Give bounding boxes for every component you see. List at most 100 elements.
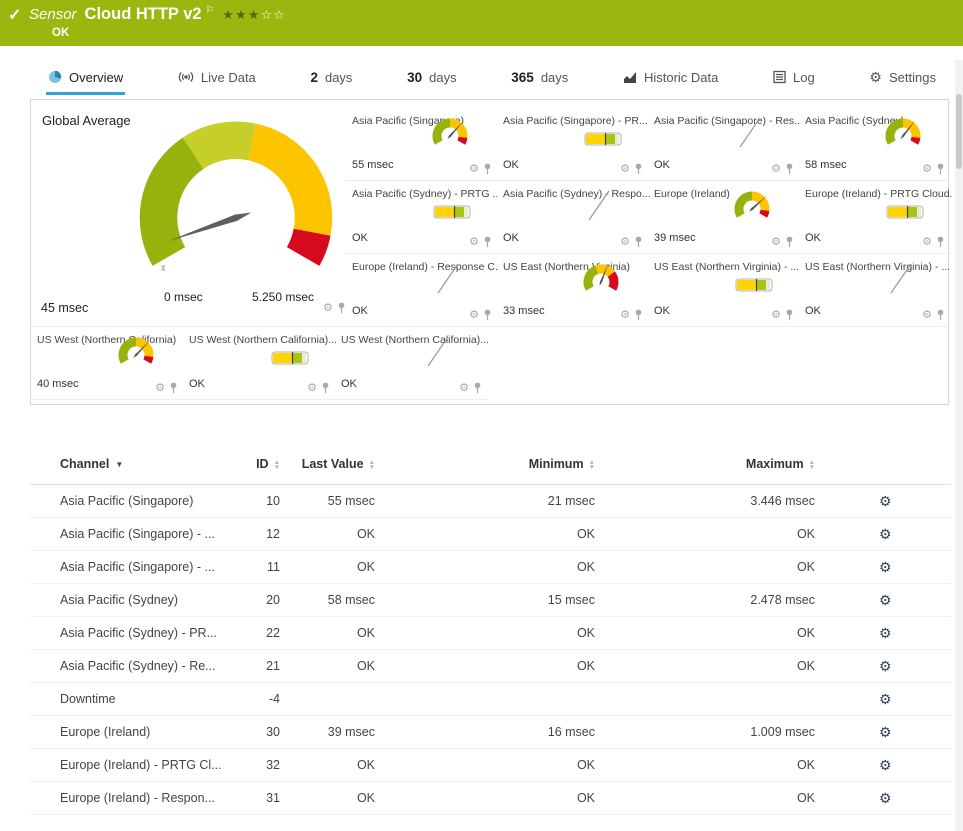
channel-actions-cell: ⚙ bbox=[815, 518, 951, 551]
tile-actions: ⚙ bbox=[155, 382, 178, 394]
tile-settings-icon[interactable]: ⚙ bbox=[620, 163, 630, 175]
star-2[interactable]: ★ bbox=[235, 8, 248, 22]
priority-flag-icon[interactable]: ⚐ bbox=[206, 5, 215, 16]
channel-last-value: 55 msec bbox=[327, 494, 375, 509]
tab-log[interactable]: Log bbox=[771, 62, 817, 95]
tab-overview[interactable]: Overview bbox=[46, 62, 126, 95]
tile-settings-icon[interactable]: ⚙ bbox=[469, 309, 479, 321]
tile-settings-icon[interactable]: ⚙ bbox=[459, 382, 469, 394]
tile-settings-icon[interactable]: ⚙ bbox=[469, 163, 479, 175]
tab-label: Historic Data bbox=[643, 69, 719, 85]
favorite-stars[interactable]: ★★★☆☆ bbox=[223, 7, 287, 22]
tile-settings-icon[interactable]: ⚙ bbox=[620, 236, 630, 248]
tile-settings-icon[interactable]: ⚙ bbox=[771, 236, 781, 248]
channel-last-value bbox=[280, 683, 375, 716]
channel-settings-button[interactable]: ⚙ bbox=[879, 625, 892, 641]
tile-pin-icon[interactable] bbox=[483, 163, 492, 175]
tile-settings-icon[interactable]: ⚙ bbox=[323, 302, 333, 314]
tile-value: 55 msec bbox=[352, 159, 394, 171]
tab-2-days[interactable]: 2 days bbox=[308, 62, 354, 95]
tile-pin-icon[interactable] bbox=[634, 236, 643, 248]
tile-settings-icon[interactable]: ⚙ bbox=[922, 309, 932, 321]
tile-settings-icon[interactable]: ⚙ bbox=[469, 236, 479, 248]
tile-pin-icon[interactable] bbox=[473, 382, 482, 394]
channel-settings-button[interactable]: ⚙ bbox=[879, 526, 892, 542]
channel-minimum: 21 msec bbox=[547, 494, 595, 509]
bar-widget bbox=[271, 351, 309, 370]
channel-tile-asia-pacific-sydney: Asia Pacific (Sydney) 58 msec ⚙ bbox=[799, 108, 950, 181]
tile-pin-icon[interactable] bbox=[483, 309, 492, 321]
channel-id: 32 bbox=[266, 758, 280, 773]
tile-settings-icon[interactable]: ⚙ bbox=[922, 236, 932, 248]
global-average-value: 45 msec bbox=[41, 301, 89, 315]
tile-actions: ⚙ bbox=[469, 309, 492, 321]
channel-tile-asia-pacific-sydney-prtg: Asia Pacific (Sydney) - PRTG ... OK ⚙ bbox=[346, 181, 499, 254]
tab-settings[interactable]: ⚙ Settings bbox=[867, 62, 938, 95]
bar-widget bbox=[584, 132, 622, 151]
tile-pin-icon[interactable] bbox=[785, 236, 794, 248]
channel-actions-cell: ⚙ bbox=[815, 551, 951, 584]
tile-pin-icon[interactable] bbox=[785, 163, 794, 175]
tile-actions: ⚙ bbox=[323, 302, 346, 314]
star-5[interactable]: ☆ bbox=[273, 8, 286, 22]
global-average-gauge bbox=[136, 120, 336, 278]
tab-live-data[interactable]: Live Data bbox=[176, 62, 258, 95]
tile-title: Asia Pacific (Sydney) - Respo... bbox=[503, 188, 650, 200]
channel-settings-button[interactable]: ⚙ bbox=[879, 658, 892, 674]
tab-30-days[interactable]: 30 days bbox=[405, 62, 459, 95]
channel-settings-button[interactable]: ⚙ bbox=[879, 691, 892, 707]
channel-maximum: OK bbox=[796, 659, 815, 674]
channel-actions-cell: ⚙ bbox=[815, 749, 951, 782]
tile-settings-icon[interactable]: ⚙ bbox=[771, 163, 781, 175]
channel-settings-button[interactable]: ⚙ bbox=[879, 790, 892, 806]
tile-pin-icon[interactable] bbox=[936, 163, 945, 175]
channel-settings-button[interactable]: ⚙ bbox=[879, 724, 892, 740]
column-header-channel[interactable]: Channel ▼ bbox=[30, 445, 225, 485]
column-header-id[interactable]: ID ▲ ▼ bbox=[225, 445, 280, 485]
channel-last-value: OK bbox=[356, 791, 375, 806]
star-1[interactable]: ★ bbox=[223, 8, 236, 22]
channel-id: 11 bbox=[267, 560, 280, 575]
tile-pin-icon[interactable] bbox=[634, 163, 643, 175]
channel-actions-cell: ⚙ bbox=[815, 683, 951, 716]
tile-pin-icon[interactable] bbox=[936, 309, 945, 321]
channel-maximum: OK bbox=[796, 791, 815, 806]
tile-settings-icon[interactable]: ⚙ bbox=[155, 382, 165, 394]
tile-value: OK bbox=[503, 159, 519, 171]
tile-settings-icon[interactable]: ⚙ bbox=[307, 382, 317, 394]
channel-minimum bbox=[375, 683, 595, 716]
column-header-last-value[interactable]: Last Value ▲ ▼ bbox=[280, 445, 375, 485]
scrollbar-thumb[interactable] bbox=[956, 94, 962, 169]
tab-365-days[interactable]: 365 days bbox=[509, 62, 570, 95]
tile-value: 39 msec bbox=[654, 232, 696, 244]
tile-settings-icon[interactable]: ⚙ bbox=[620, 309, 630, 321]
channel-settings-button[interactable]: ⚙ bbox=[879, 592, 892, 608]
gauge-widget bbox=[729, 186, 775, 231]
overview-icon bbox=[48, 70, 62, 84]
tile-pin-icon[interactable] bbox=[321, 382, 330, 394]
channel-settings-button[interactable]: ⚙ bbox=[879, 493, 892, 509]
channel-minimum: OK bbox=[576, 560, 595, 575]
channel-name: Europe (Ireland) - PRTG Cl... bbox=[60, 758, 222, 773]
vertical-scrollbar[interactable] bbox=[955, 60, 963, 831]
channel-settings-button[interactable]: ⚙ bbox=[879, 559, 892, 575]
channel-row-downtime: Downtime -4 ⚙ bbox=[30, 683, 951, 716]
star-4[interactable]: ☆ bbox=[261, 8, 274, 22]
column-header-minimum[interactable]: Minimum ▲ ▼ bbox=[375, 445, 595, 485]
channel-settings-button[interactable]: ⚙ bbox=[879, 757, 892, 773]
column-header-maximum[interactable]: Maximum ▲ ▼ bbox=[595, 445, 815, 485]
channel-maximum bbox=[595, 683, 815, 716]
tab-historic-data[interactable]: Historic Data bbox=[621, 62, 720, 95]
tile-settings-icon[interactable]: ⚙ bbox=[922, 163, 932, 175]
tile-pin-icon[interactable] bbox=[785, 309, 794, 321]
tile-pin-icon[interactable] bbox=[936, 236, 945, 248]
tile-pin-icon[interactable] bbox=[337, 302, 346, 314]
tile-pin-icon[interactable] bbox=[483, 236, 492, 248]
star-3[interactable]: ★ bbox=[248, 8, 261, 22]
tile-title: US West (Northern California)... bbox=[189, 334, 336, 346]
gauge-widget bbox=[578, 259, 624, 304]
tile-settings-icon[interactable]: ⚙ bbox=[771, 309, 781, 321]
tile-pin-icon[interactable] bbox=[634, 309, 643, 321]
channel-id: 30 bbox=[266, 725, 280, 740]
tile-pin-icon[interactable] bbox=[169, 382, 178, 394]
